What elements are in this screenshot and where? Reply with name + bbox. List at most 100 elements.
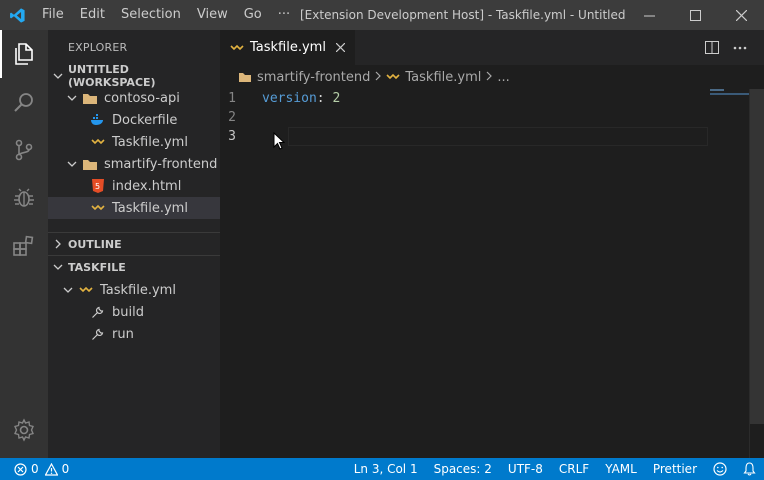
more-actions-button[interactable] (726, 46, 754, 50)
breadcrumb-folder[interactable]: smartify-frontend (257, 70, 370, 85)
folder-icon (82, 90, 98, 106)
yaml-value: 2 (332, 91, 341, 106)
workspace-section-header[interactable]: UNTITLED (WORKSPACE) (48, 63, 220, 89)
taskfile-root-label: Taskfile.yml (100, 282, 176, 298)
notifications-bell-icon[interactable] (743, 462, 756, 476)
formatter[interactable]: Prettier (653, 462, 697, 476)
extensions-activity-button[interactable] (0, 222, 48, 270)
file-index-html[interactable]: 5 index.html (48, 175, 220, 197)
folder-label: contoso-api (104, 90, 180, 106)
task-build[interactable]: build (48, 301, 220, 323)
breadcrumb: smartify-frontend Taskfile.yml ... (220, 65, 764, 89)
bug-icon (14, 188, 34, 207)
maximize-icon (689, 9, 701, 21)
explorer-activity-button[interactable] (0, 30, 48, 78)
folder-label: smartify-frontend (104, 156, 218, 172)
current-line-highlight (288, 127, 708, 146)
yaml-icon (386, 73, 400, 81)
end-of-line[interactable]: CRLF (559, 462, 589, 476)
menu-go[interactable]: Go (236, 0, 270, 30)
tab-bar: Taskfile.yml (220, 30, 764, 65)
minimap[interactable] (710, 89, 750, 99)
taskfile-tree-root[interactable]: Taskfile.yml (48, 279, 220, 301)
minimize-button[interactable] (626, 0, 672, 30)
docker-icon (90, 112, 106, 128)
search-activity-button[interactable] (0, 78, 48, 126)
close-window-button[interactable] (718, 0, 764, 30)
manage-activity-button[interactable] (0, 406, 48, 454)
vscode-logo-icon (0, 0, 34, 30)
task-label: run (112, 326, 134, 342)
error-icon (14, 462, 27, 476)
split-editor-icon (705, 41, 719, 54)
mouse-cursor-icon (273, 131, 286, 154)
language-mode[interactable]: YAML (605, 462, 637, 476)
file-label: Taskfile.yml (112, 134, 188, 150)
line-number: 1 (228, 91, 236, 106)
title-bar: File Edit Selection View Go ··· [Extensi… (0, 0, 764, 30)
chevron-right-icon (48, 239, 68, 249)
file-taskfile-smartify[interactable]: Taskfile.yml (48, 197, 220, 219)
folder-icon (82, 156, 98, 172)
line-number: 3 (228, 129, 236, 144)
breadcrumb-file[interactable]: Taskfile.yml (405, 70, 481, 85)
feedback-smiley-icon[interactable] (713, 462, 727, 476)
indentation[interactable]: Spaces: 2 (434, 462, 492, 476)
window-title: [Extension Development Host] - Taskfile.… (300, 8, 630, 22)
menu-bar: File Edit Selection View Go ··· (34, 0, 298, 30)
close-tab-icon[interactable] (335, 43, 345, 52)
chevron-down-icon (48, 262, 68, 272)
breadcrumb-more[interactable]: ... (497, 70, 509, 85)
extensions-icon (13, 235, 34, 256)
code-line[interactable]: 1 version: 2 (220, 89, 764, 108)
yaml-icon (78, 282, 94, 298)
menu-view[interactable]: View (189, 0, 236, 30)
file-taskfile-contoso[interactable]: Taskfile.yml (48, 131, 220, 153)
error-count: 0 (31, 462, 39, 476)
status-bar: 0 0 Ln 3, Col 1 Spaces: 2 UTF-8 CRLF YAM… (0, 458, 764, 480)
workspace-title: UNTITLED (WORKSPACE) (67, 63, 156, 89)
wrench-icon (90, 304, 106, 320)
code-line[interactable]: 2 (220, 108, 764, 127)
source-control-icon (15, 139, 33, 161)
menu-file[interactable]: File (34, 0, 72, 30)
chevron-down-icon (64, 90, 80, 106)
yaml-icon (230, 44, 244, 52)
folder-icon (238, 71, 252, 83)
menu-more[interactable]: ··· (270, 0, 298, 30)
editor-area: Taskfile.yml smartify-frontend Taskfile.… (220, 30, 764, 458)
maximize-button[interactable] (672, 0, 718, 30)
sidebar: EXPLORER UNTITLED (WORKSPACE) contoso-ap… (48, 30, 220, 458)
scrollbar-thumb[interactable] (750, 89, 764, 424)
wrench-icon (90, 326, 106, 342)
explorer-title: EXPLORER (68, 41, 128, 54)
taskfile-title: TASKFILE (68, 260, 126, 274)
yaml-key: version (262, 91, 317, 106)
split-editor-button[interactable] (698, 41, 726, 54)
outline-section-header[interactable]: OUTLINE (48, 232, 220, 255)
encoding[interactable]: UTF-8 (508, 462, 543, 476)
code-editor[interactable]: 1 version: 2 2 3 (220, 89, 764, 146)
chevron-down-icon (64, 156, 80, 172)
folder-smartify-frontend[interactable]: smartify-frontend (48, 153, 220, 175)
debug-activity-button[interactable] (0, 174, 48, 222)
html5-icon: 5 (90, 178, 106, 194)
file-dockerfile[interactable]: Dockerfile (48, 109, 220, 131)
menu-edit[interactable]: Edit (72, 0, 113, 30)
problems-indicator[interactable]: 0 0 (0, 462, 69, 476)
task-run[interactable]: run (48, 323, 220, 345)
taskfile-section-header[interactable]: TASKFILE (48, 255, 220, 278)
chevron-down-icon (60, 282, 76, 298)
yaml-colon: : (316, 91, 325, 106)
menu-selection[interactable]: Selection (113, 0, 189, 30)
cursor-position[interactable]: Ln 3, Col 1 (354, 462, 418, 476)
gear-icon (14, 418, 34, 442)
folder-contoso-api[interactable]: contoso-api (48, 87, 220, 109)
tab-taskfile[interactable]: Taskfile.yml (220, 30, 355, 65)
yaml-icon (90, 134, 106, 150)
tab-label: Taskfile.yml (250, 40, 326, 55)
chevron-right-icon (374, 70, 382, 85)
warning-count: 0 (61, 462, 70, 476)
yaml-icon (90, 200, 106, 216)
source-control-activity-button[interactable] (0, 126, 48, 174)
